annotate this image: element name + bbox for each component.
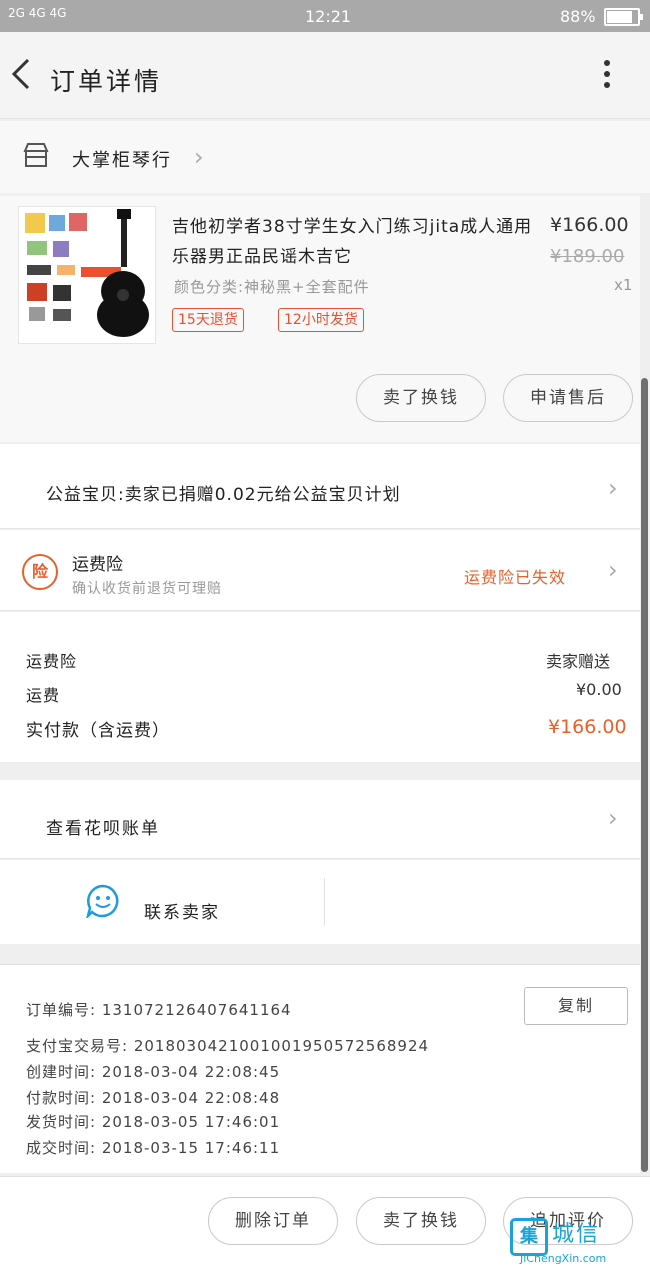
fee-label: 运费: [26, 686, 61, 705]
order-number: 订单编号: 131072126407641164: [26, 1001, 292, 1019]
chevron-right-icon: ›: [608, 804, 618, 832]
contact-row: 联系卖家: [0, 860, 640, 944]
watermark-text: 城信: [552, 1222, 601, 1247]
sku-info: 颜色分类:神秘黑+全套配件: [174, 278, 370, 296]
product-name[interactable]: 吉他初学者38寸学生女入门练习jita成人通用乐器男正品民谣木吉它: [172, 212, 537, 272]
shop-name: 大掌柜琴行: [72, 150, 172, 171]
battery-percent: 88%: [560, 7, 596, 26]
quantity: x1: [614, 276, 633, 294]
watermark: 集 城信 JiChengXin.com: [506, 1214, 646, 1265]
fee-label: 运费险: [26, 652, 78, 671]
total-value: ¥166.00: [548, 716, 627, 738]
delete-order-button[interactable]: 删除订单: [208, 1197, 338, 1245]
product-thumbnail[interactable]: [18, 206, 156, 344]
scrollbar[interactable]: [641, 378, 648, 1172]
completed-time: 成交时间: 2018-03-15 17:46:11: [26, 1139, 281, 1157]
sell-button[interactable]: 卖了换钱: [356, 374, 486, 422]
page-title: 订单详情: [50, 67, 163, 96]
divider: [324, 878, 325, 926]
chevron-right-icon: ›: [608, 474, 618, 502]
chevron-right-icon: ›: [194, 143, 204, 171]
shipping-insurance-row[interactable]: 险 运费险 确认收货前退货可理赔 运费险已失效 ›: [0, 530, 640, 611]
insurance-title: 运费险: [72, 555, 123, 575]
product-card: 吉他初学者38寸学生女入门练习jita成人通用乐器男正品民谣木吉它 ¥166.0…: [0, 196, 640, 442]
after-sales-button[interactable]: 申请售后: [503, 374, 633, 422]
chat-bubble-icon[interactable]: [86, 884, 120, 918]
guitar-image: [25, 209, 149, 337]
store-icon: [23, 143, 49, 167]
clock: 12:21: [305, 7, 352, 26]
battery-icon: [604, 8, 643, 26]
huabei-row[interactable]: 查看花呗账单 ›: [0, 780, 640, 859]
fee-summary: 运费险 卖家赠送 运费 ¥0.00 实付款（含运费） ¥166.00: [0, 612, 640, 762]
charity-row[interactable]: 公益宝贝:卖家已捐赠0.02元给公益宝贝计划 ›: [0, 444, 640, 529]
watermark-url: JiChengXin.com: [520, 1252, 607, 1265]
created-time: 创建时间: 2018-03-04 22:08:45: [26, 1063, 281, 1081]
header: 订单详情: [0, 32, 650, 119]
more-menu-icon[interactable]: [594, 56, 620, 96]
order-info: 订单编号: 131072126407641164 支付宝交易号: 2018030…: [0, 964, 640, 1173]
back-arrow-icon[interactable]: [8, 54, 36, 94]
watermark-logo-icon: 集: [510, 1218, 548, 1256]
original-price: ¥189.00: [550, 246, 625, 267]
insurance-icon: 险: [22, 554, 58, 590]
insurance-subtitle: 确认收货前退货可理赔: [72, 581, 222, 597]
shipped-time: 发货时间: 2018-03-05 17:46:01: [26, 1113, 281, 1131]
fee-value: 卖家赠送: [546, 652, 611, 671]
shipping-tag: 12小时发货: [278, 308, 364, 332]
sell-button[interactable]: 卖了换钱: [356, 1197, 486, 1245]
total-label: 实付款（含运费）: [26, 721, 170, 741]
shop-row[interactable]: 大掌柜琴行 ›: [0, 121, 650, 193]
charity-text: 公益宝贝:卖家已捐赠0.02元给公益宝贝计划: [46, 485, 401, 505]
copy-button[interactable]: 复制: [524, 987, 628, 1025]
alipay-trade-number: 支付宝交易号: 2018030421001001950572568924: [26, 1037, 430, 1055]
contact-seller-button[interactable]: 联系卖家: [144, 898, 220, 923]
fee-value: ¥0.00: [576, 680, 622, 699]
huabei-text: 查看花呗账单: [46, 819, 160, 839]
return-tag: 15天退货: [172, 308, 244, 332]
insurance-status: 运费险已失效: [464, 568, 567, 587]
paid-time: 付款时间: 2018-03-04 22:08:48: [26, 1089, 281, 1107]
product-price: ¥166.00: [550, 214, 629, 236]
status-bar: 2G 4G 4G 12:21 88%: [0, 0, 650, 32]
signal-indicator: 2G 4G 4G: [8, 6, 67, 20]
chevron-right-icon: ›: [608, 556, 618, 584]
